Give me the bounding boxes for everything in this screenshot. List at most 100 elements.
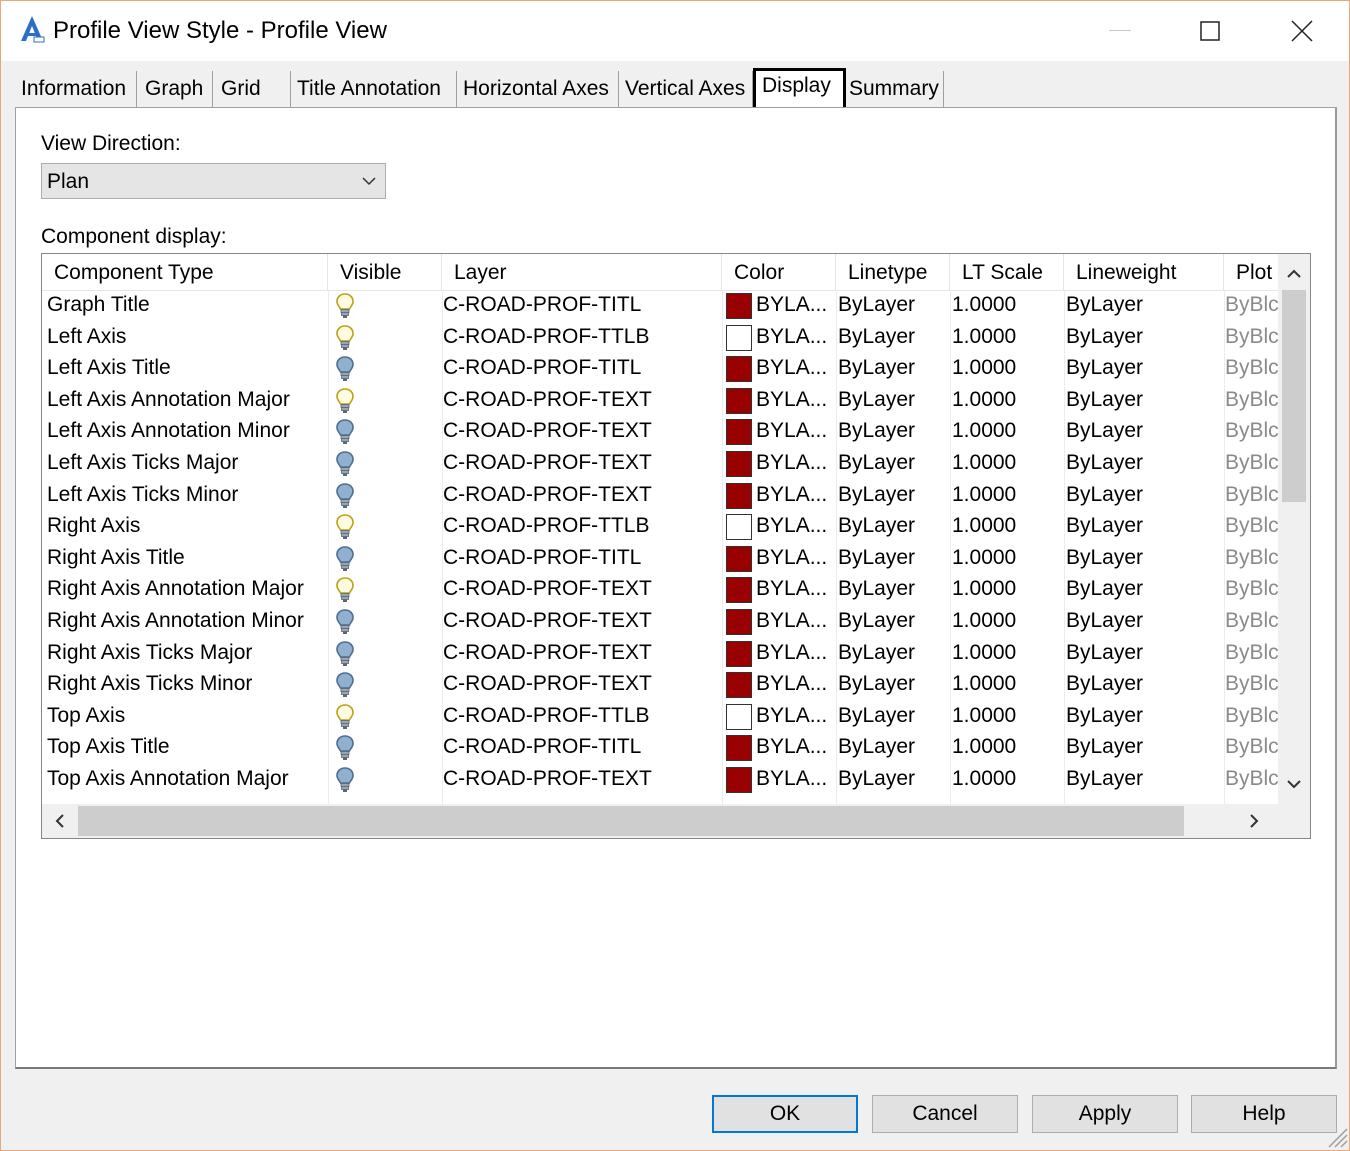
component-type-cell[interactable]: Right Axis Title: [47, 543, 327, 575]
color-swatch[interactable]: [726, 545, 752, 572]
tab-information[interactable]: Information: [15, 71, 137, 107]
lineweight-cell[interactable]: ByLayer: [1066, 574, 1222, 606]
plot-cell[interactable]: ByBlc: [1225, 290, 1278, 322]
component-type-cell[interactable]: Top Axis: [47, 701, 327, 733]
linetype-cell[interactable]: ByLayer: [838, 290, 948, 322]
color-cell[interactable]: BYLA...: [756, 511, 836, 543]
tab-summary[interactable]: Summary: [843, 71, 944, 107]
component-type-cell[interactable]: Top Axis Annotation Major: [47, 764, 327, 796]
lightbulb-off-icon[interactable]: [336, 419, 354, 445]
component-type-cell[interactable]: Left Axis Annotation Major: [47, 385, 327, 417]
horizontal-scrollbar[interactable]: [42, 804, 1310, 838]
linetype-cell[interactable]: ByLayer: [838, 448, 948, 480]
lineweight-cell[interactable]: ByLayer: [1066, 732, 1222, 764]
lineweight-cell[interactable]: ByLayer: [1066, 322, 1222, 354]
linetype-cell[interactable]: ByLayer: [838, 669, 948, 701]
column-header-lineweight[interactable]: Lineweight: [1064, 254, 1224, 290]
lt-scale-cell[interactable]: 1.0000: [952, 669, 1062, 701]
plot-cell[interactable]: ByBlc: [1225, 448, 1278, 480]
plot-cell[interactable]: ByBlc: [1225, 701, 1278, 733]
color-cell[interactable]: BYLA...: [756, 638, 836, 670]
color-swatch[interactable]: [726, 324, 752, 351]
component-type-cell[interactable]: Left Axis Title: [47, 353, 327, 385]
lt-scale-cell[interactable]: 1.0000: [952, 543, 1062, 575]
plot-cell[interactable]: ByBlc: [1225, 385, 1278, 417]
plot-cell[interactable]: ByBlc: [1225, 606, 1278, 638]
cancel-button[interactable]: Cancel: [872, 1095, 1018, 1133]
color-swatch[interactable]: [726, 482, 752, 509]
layer-cell[interactable]: C-ROAD-PROF-TEXT: [443, 669, 719, 701]
table-row[interactable]: Right Axis Ticks Minor C-ROAD-PROF-TEXT BY…: [42, 669, 1278, 701]
layer-cell[interactable]: C-ROAD-PROF-TEXT: [443, 606, 719, 638]
vertical-scrollbar[interactable]: [1278, 254, 1310, 804]
close-button[interactable]: [1257, 1, 1347, 61]
layer-cell[interactable]: C-ROAD-PROF-TITL: [443, 732, 719, 764]
lightbulb-off-icon[interactable]: [336, 609, 354, 635]
table-row[interactable]: Left Axis Annotation Major C-ROAD-PROF-TE…: [42, 385, 1278, 417]
component-type-cell[interactable]: Left Axis: [47, 322, 327, 354]
color-swatch[interactable]: [726, 672, 752, 699]
plot-cell[interactable]: ByBlc: [1225, 322, 1278, 354]
color-swatch[interactable]: [726, 577, 752, 604]
plot-cell[interactable]: ByBlc: [1225, 480, 1278, 512]
linetype-cell[interactable]: ByLayer: [838, 606, 948, 638]
lt-scale-cell[interactable]: 1.0000: [952, 701, 1062, 733]
lt-scale-cell[interactable]: 1.0000: [952, 322, 1062, 354]
table-row[interactable]: Top Axis Title C-ROAD-PROF-TITL BYLA... ByL…: [42, 732, 1278, 764]
horizontal-scroll-thumb[interactable]: [78, 806, 1184, 836]
lineweight-cell[interactable]: ByLayer: [1066, 385, 1222, 417]
plot-cell[interactable]: ByBlc: [1225, 638, 1278, 670]
lightbulb-off-icon[interactable]: [336, 545, 354, 572]
lightbulb-off-icon[interactable]: [336, 735, 354, 761]
lineweight-cell[interactable]: ByLayer: [1066, 638, 1222, 670]
linetype-cell[interactable]: ByLayer: [838, 701, 948, 733]
table-row[interactable]: Graph Title C-ROAD-PROF-TITL BYLA... ByLaye…: [42, 290, 1278, 322]
lt-scale-cell[interactable]: 1.0000: [952, 732, 1062, 764]
plot-cell[interactable]: ByBlc: [1225, 543, 1278, 575]
color-cell[interactable]: BYLA...: [756, 353, 836, 385]
lt-scale-cell[interactable]: 1.0000: [952, 764, 1062, 796]
lt-scale-cell[interactable]: 1.0000: [952, 606, 1062, 638]
help-button[interactable]: Help: [1191, 1095, 1337, 1133]
linetype-cell[interactable]: ByLayer: [838, 385, 948, 417]
tab-horizontal-axes[interactable]: Horizontal Axes: [457, 71, 619, 107]
plot-cell[interactable]: ByBlc: [1225, 416, 1278, 448]
color-cell[interactable]: BYLA...: [756, 732, 836, 764]
tab-vertical-axes[interactable]: Vertical Axes: [619, 71, 753, 107]
layer-cell[interactable]: C-ROAD-PROF-TEXT: [443, 416, 719, 448]
scroll-left-arrow-icon[interactable]: [50, 811, 70, 831]
table-row[interactable]: Left Axis Annotation Minor C-ROAD-PROF-TE…: [42, 416, 1278, 448]
color-swatch[interactable]: [726, 640, 752, 667]
lightbulb-off-icon[interactable]: [336, 672, 354, 698]
lightbulb-off-icon[interactable]: [336, 767, 354, 793]
component-type-cell[interactable]: Left Axis Ticks Major: [47, 448, 327, 480]
color-swatch[interactable]: [726, 293, 752, 319]
table-row[interactable]: Left Axis C-ROAD-PROF-TTLB BYLA... ByLayer 1…: [42, 322, 1278, 354]
color-cell[interactable]: BYLA...: [756, 543, 836, 575]
linetype-cell[interactable]: ByLayer: [838, 574, 948, 606]
linetype-cell[interactable]: ByLayer: [838, 732, 948, 764]
component-type-cell[interactable]: Right Axis Ticks Major: [47, 638, 327, 670]
resize-grip-icon[interactable]: [1323, 1123, 1349, 1149]
column-header-component-type[interactable]: Component Type: [42, 254, 328, 290]
lightbulb-on-icon[interactable]: [336, 293, 354, 319]
column-header-color[interactable]: Color: [722, 254, 836, 290]
color-swatch[interactable]: [726, 387, 752, 414]
lightbulb-on-icon[interactable]: [336, 324, 354, 351]
maximize-button[interactable]: [1165, 1, 1255, 61]
lineweight-cell[interactable]: ByLayer: [1066, 764, 1222, 796]
ok-button[interactable]: OK: [712, 1095, 858, 1133]
color-swatch[interactable]: [726, 703, 752, 730]
linetype-cell[interactable]: ByLayer: [838, 353, 948, 385]
color-cell[interactable]: BYLA...: [756, 764, 836, 796]
table-row[interactable]: Top Axis Annotation Major C-ROAD-PROF-TEX…: [42, 764, 1278, 796]
linetype-cell[interactable]: ByLayer: [838, 764, 948, 796]
color-swatch[interactable]: [726, 766, 752, 793]
lt-scale-cell[interactable]: 1.0000: [952, 511, 1062, 543]
linetype-cell[interactable]: ByLayer: [838, 511, 948, 543]
component-type-cell[interactable]: Graph Title: [47, 290, 327, 322]
layer-cell[interactable]: C-ROAD-PROF-TITL: [443, 353, 719, 385]
table-row[interactable]: Left Axis Ticks Major C-ROAD-PROF-TEXT BYL…: [42, 448, 1278, 480]
minimize-button[interactable]: [1075, 1, 1165, 61]
layer-cell[interactable]: C-ROAD-PROF-TEXT: [443, 448, 719, 480]
